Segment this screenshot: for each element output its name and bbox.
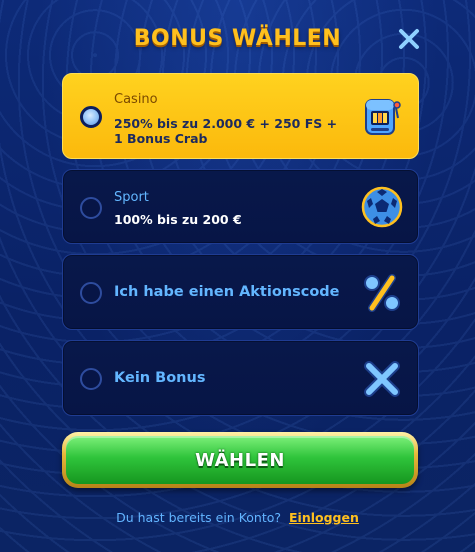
percent-icon [360, 271, 404, 315]
close-button[interactable] [395, 25, 423, 53]
radio-casino[interactable] [80, 106, 102, 128]
choose-button-label: WÄHLEN [195, 449, 285, 471]
radio-sport[interactable] [80, 197, 102, 219]
bonus-option-sport[interactable]: Sport 100% bis zu 200 € [62, 169, 419, 244]
close-icon [399, 29, 419, 49]
option-description-casino-line2: 1 Bonus Crab [114, 131, 208, 146]
option-label-casino: Casino [114, 92, 158, 107]
soccer-ball-icon [360, 185, 404, 229]
modal-header: BONUS WÄHLEN [0, 22, 475, 62]
login-prompt-text: Du hast bereits ein Konto? [116, 510, 282, 525]
bonus-option-no-bonus[interactable]: Kein Bonus [62, 340, 419, 416]
choose-button-inner: WÄHLEN [66, 436, 414, 484]
option-label-promo-code: Ich habe einen Aktionscode [114, 284, 340, 300]
bonus-option-casino[interactable]: Casino 250% bis zu 2.000 € + 250 FS + 1 … [62, 73, 419, 159]
option-description-sport: 100% bis zu 200 € [114, 212, 242, 227]
login-link[interactable]: Einloggen [289, 510, 359, 525]
x-mark-icon [360, 357, 404, 401]
option-label-no-bonus: Kein Bonus [114, 370, 206, 386]
slot-machine-icon [360, 94, 404, 138]
bonus-option-promo-code[interactable]: Ich habe einen Aktionscode [62, 254, 419, 330]
radio-promo-code[interactable] [80, 282, 102, 304]
radio-no-bonus[interactable] [80, 368, 102, 390]
choose-button[interactable]: WÄHLEN [62, 432, 418, 488]
login-prompt: Du hast bereits ein Konto? Einloggen [0, 510, 475, 525]
option-label-sport: Sport [114, 190, 149, 205]
option-description-casino-line1: 250% bis zu 2.000 € + 250 FS + [114, 116, 338, 131]
